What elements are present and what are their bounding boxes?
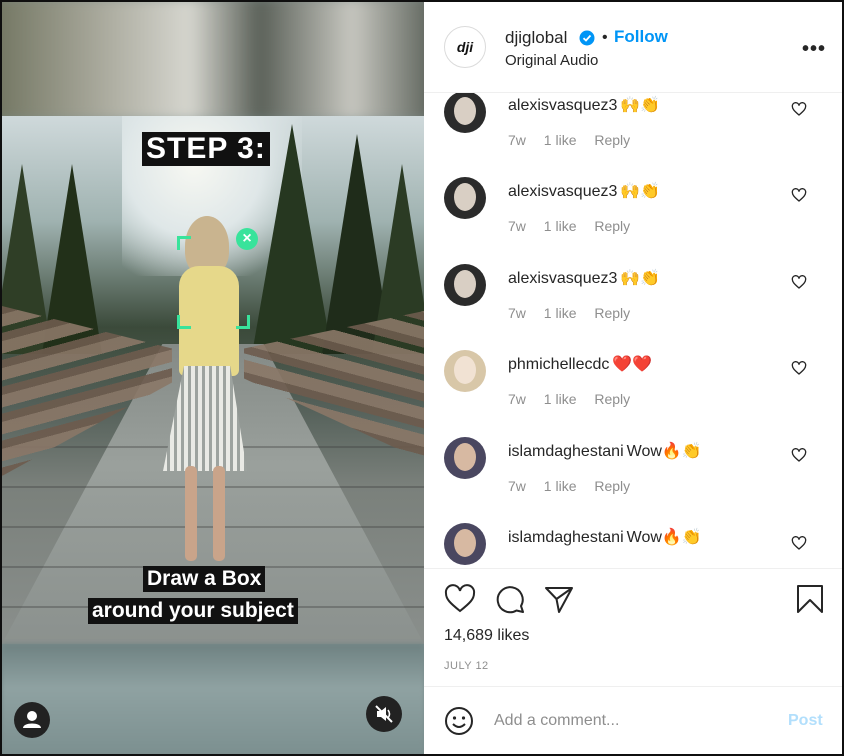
- caption-line-2: around your subject: [88, 598, 298, 624]
- save-bookmark-icon[interactable]: [794, 583, 826, 615]
- post-header: dji djiglobal • Follow Original Audio ••…: [424, 2, 842, 93]
- verified-badge-icon: [579, 30, 595, 46]
- comment-text: Wow🔥👏: [626, 529, 702, 546]
- commenter-avatar[interactable]: [444, 264, 486, 306]
- like-comment-heart-icon[interactable]: [791, 535, 807, 551]
- user-icon: [23, 711, 41, 728]
- reply-button[interactable]: Reply: [594, 218, 630, 234]
- comment-text: 🙌👏: [620, 270, 661, 287]
- comment-time[interactable]: 7w: [508, 218, 526, 234]
- comment-text: 🙌👏: [620, 97, 661, 114]
- like-comment-heart-icon[interactable]: [791, 274, 807, 290]
- comment-likes[interactable]: 1 like: [544, 478, 577, 494]
- caption-line-1: Draw a Box: [143, 566, 266, 592]
- commenter-avatar[interactable]: [444, 177, 486, 219]
- comment-likes[interactable]: 1 like: [544, 132, 577, 148]
- mute-button[interactable]: [366, 696, 402, 732]
- comment-text: Wow🔥👏: [626, 443, 702, 460]
- commenter-avatar[interactable]: [444, 523, 486, 565]
- comment-likes[interactable]: 1 like: [544, 218, 577, 234]
- post-button[interactable]: Post: [788, 712, 823, 730]
- more-options-icon[interactable]: •••: [802, 38, 826, 61]
- comment-item: phmichellecdc ❤️❤️ 7w 1 like Reply: [424, 350, 842, 436]
- like-comment-heart-icon[interactable]: [791, 101, 807, 117]
- reply-button[interactable]: Reply: [594, 132, 630, 148]
- dji-logo: dji: [456, 39, 474, 55]
- tracking-box-corner: [177, 315, 191, 329]
- tracking-box-corner: [236, 315, 250, 329]
- comment-time[interactable]: 7w: [508, 305, 526, 321]
- username-link[interactable]: djiglobal: [505, 28, 567, 48]
- tracking-close-icon: ×: [236, 228, 258, 250]
- follow-button[interactable]: Follow: [614, 27, 668, 47]
- comment-item: alexisvasquez3 🙌👏 7w 1 like Reply: [424, 177, 842, 263]
- reply-button[interactable]: Reply: [594, 305, 630, 321]
- comment-text: ❤️❤️: [612, 356, 653, 373]
- comment-username[interactable]: phmichellecdc: [508, 356, 609, 373]
- comment-username[interactable]: alexisvasquez3: [508, 270, 617, 287]
- commenter-avatar[interactable]: [444, 350, 486, 392]
- post-details-panel: dji djiglobal • Follow Original Audio ••…: [424, 2, 842, 754]
- comment-username[interactable]: alexisvasquez3: [508, 97, 617, 114]
- post-video[interactable]: × STEP 3: Draw a Box around your subject: [2, 2, 424, 754]
- comments-list[interactable]: alexisvasquez3 🙌👏 7w 1 like Reply alexisv…: [424, 93, 842, 568]
- emoji-smiley-icon[interactable]: [444, 706, 474, 736]
- post-modal: × STEP 3: Draw a Box around your subject…: [0, 0, 844, 756]
- video-frame: × STEP 3: Draw a Box around your subject: [2, 116, 424, 644]
- step-title: STEP 3:: [142, 132, 270, 166]
- post-actions: 14,689 likes JULY 12: [424, 568, 842, 686]
- comment-item: islamdaghestani Wow🔥👏 7w 1 like Reply: [424, 437, 842, 523]
- comment-item: alexisvasquez3 🙌👏 7w 1 like Reply: [424, 264, 842, 350]
- like-comment-heart-icon[interactable]: [791, 447, 807, 463]
- tagged-users-button[interactable]: [14, 702, 50, 738]
- commenter-avatar[interactable]: [444, 437, 486, 479]
- speaker-muted-icon: [375, 705, 393, 723]
- profile-avatar[interactable]: dji: [444, 26, 486, 68]
- video-blur-top: [2, 2, 424, 122]
- comment-time[interactable]: 7w: [508, 478, 526, 494]
- comment-username[interactable]: islamdaghestani: [508, 443, 624, 460]
- comment-item: alexisvasquez3 🙌👏 7w 1 like Reply: [424, 93, 842, 177]
- like-comment-heart-icon[interactable]: [791, 187, 807, 203]
- separator-dot: •: [602, 29, 608, 46]
- tracking-box-corner: [177, 236, 191, 250]
- add-comment-bar: Post: [424, 686, 842, 754]
- comment-bubble-icon[interactable]: [494, 583, 526, 615]
- comment-input[interactable]: [494, 709, 774, 733]
- comment-item: islamdaghestani Wow🔥👏: [424, 523, 842, 568]
- reply-button[interactable]: Reply: [594, 391, 630, 407]
- post-date[interactable]: JULY 12: [444, 660, 489, 672]
- like-comment-heart-icon[interactable]: [791, 360, 807, 376]
- reply-button[interactable]: Reply: [594, 478, 630, 494]
- comment-likes[interactable]: 1 like: [544, 391, 577, 407]
- commenter-avatar[interactable]: [444, 93, 486, 133]
- like-heart-icon[interactable]: [444, 583, 476, 615]
- subject-person: [157, 216, 252, 566]
- comment-likes[interactable]: 1 like: [544, 305, 577, 321]
- comment-username[interactable]: alexisvasquez3: [508, 183, 617, 200]
- comment-time[interactable]: 7w: [508, 132, 526, 148]
- comment-time[interactable]: 7w: [508, 391, 526, 407]
- likes-count[interactable]: 14,689 likes: [444, 627, 529, 645]
- video-blur-bottom: [2, 644, 424, 754]
- comment-text: 🙌👏: [620, 183, 661, 200]
- audio-link[interactable]: Original Audio: [505, 52, 598, 69]
- comment-username[interactable]: islamdaghestani: [508, 529, 624, 546]
- share-send-icon[interactable]: [543, 583, 575, 615]
